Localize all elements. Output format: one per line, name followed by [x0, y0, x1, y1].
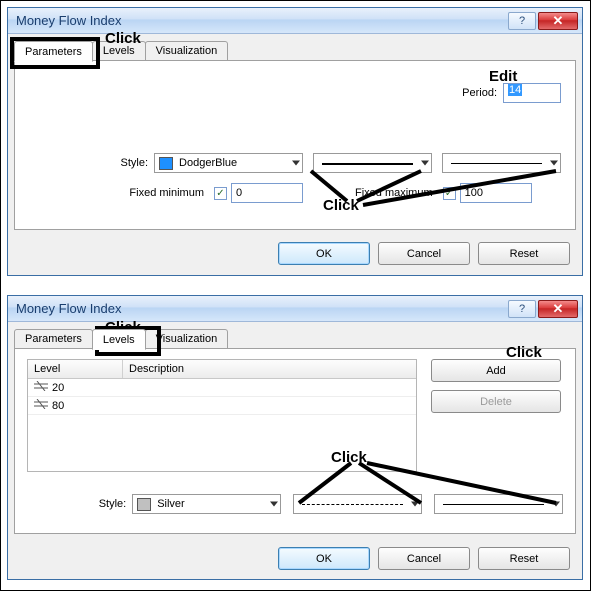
cancel-button[interactable]: Cancel: [378, 547, 470, 570]
color-name: DodgerBlue: [179, 157, 237, 169]
help-button[interactable]: ?: [508, 300, 536, 318]
tab-levels[interactable]: Levels: [92, 329, 146, 350]
fixed-min-input[interactable]: [231, 183, 303, 203]
delete-button[interactable]: Delete: [431, 390, 561, 413]
help-button[interactable]: ?: [508, 12, 536, 30]
button-row: OK Cancel Reset: [8, 537, 582, 580]
chevron-down-icon: [421, 161, 429, 166]
reset-button[interactable]: Reset: [478, 547, 570, 570]
fixed-max-checkbox[interactable]: ✓: [443, 187, 456, 200]
tab-label: Visualization: [156, 333, 218, 345]
add-button[interactable]: Add: [431, 359, 561, 382]
window-title: Money Flow Index: [16, 301, 506, 316]
tabpage-parameters: Period: 14 Style: DodgerBlue: [14, 60, 576, 230]
chevron-down-icon: [411, 502, 419, 507]
ok-button[interactable]: OK: [278, 547, 370, 570]
tab-label: Parameters: [25, 333, 82, 345]
table-row[interactable]: 80: [28, 397, 416, 415]
line-sample-solid: [322, 163, 413, 165]
btn-label: Cancel: [407, 248, 441, 260]
chevron-down-icon: [552, 502, 560, 507]
col-description: Description: [123, 360, 416, 378]
level-icon: [34, 381, 48, 394]
fixed-max-input[interactable]: [460, 183, 532, 203]
cell-level: 20: [52, 382, 64, 394]
color-combo[interactable]: DodgerBlue: [154, 153, 303, 173]
line-style-combo[interactable]: [293, 494, 422, 514]
cell-description: [123, 397, 416, 414]
chevron-down-icon: [292, 161, 300, 166]
btn-label: Add: [486, 365, 506, 377]
color-swatch: [137, 498, 151, 511]
dialog-mfi-parameters: Money Flow Index ? ✕ Parameters Levels V…: [7, 7, 583, 276]
color-name: Silver: [157, 498, 185, 510]
chevron-down-icon: [270, 502, 278, 507]
tab-levels[interactable]: Levels: [92, 41, 146, 61]
color-swatch: [159, 157, 173, 170]
reset-button[interactable]: Reset: [478, 242, 570, 265]
style-label: Style:: [29, 157, 148, 169]
close-button[interactable]: ✕: [538, 300, 578, 318]
chevron-down-icon: [550, 161, 558, 166]
btn-label: Delete: [480, 396, 512, 408]
period-input[interactable]: 14: [503, 83, 561, 103]
cell-level: 80: [52, 400, 64, 412]
tab-label: Levels: [103, 334, 135, 346]
btn-label: OK: [316, 248, 332, 260]
col-level: Level: [28, 360, 123, 378]
btn-label: Reset: [510, 248, 539, 260]
titlebar[interactable]: Money Flow Index ? ✕: [8, 8, 582, 34]
tab-parameters[interactable]: Parameters: [14, 329, 93, 349]
line-sample-dashed: [302, 504, 403, 505]
titlebar[interactable]: Money Flow Index ? ✕: [8, 296, 582, 322]
line-sample-thin: [443, 504, 544, 505]
fixed-min-checkbox[interactable]: ✓: [214, 187, 227, 200]
level-icon: [34, 399, 48, 412]
levels-table[interactable]: Level Description 20: [27, 359, 417, 472]
period-label: Period:: [462, 87, 497, 99]
line-sample-thin: [451, 163, 542, 164]
fixed-min-label: Fixed minimum: [29, 187, 204, 199]
tab-label: Visualization: [156, 45, 218, 57]
color-combo[interactable]: Silver: [132, 494, 281, 514]
style-label: Style:: [27, 498, 126, 510]
tabpage-levels: Level Description 20: [14, 348, 576, 534]
line-width-combo[interactable]: [442, 153, 561, 173]
btn-label: OK: [316, 553, 332, 565]
tab-label: Levels: [103, 45, 135, 57]
tabstrip: Parameters Levels Visualization: [14, 41, 576, 61]
table-header: Level Description: [28, 360, 416, 379]
cell-description: [123, 379, 416, 396]
tab-visualization[interactable]: Visualization: [145, 329, 229, 349]
btn-label: Cancel: [407, 553, 441, 565]
window-title: Money Flow Index: [16, 13, 506, 28]
line-width-combo[interactable]: [434, 494, 563, 514]
line-style-combo[interactable]: [313, 153, 432, 173]
period-value: 14: [508, 84, 522, 96]
tab-visualization[interactable]: Visualization: [145, 41, 229, 61]
button-row: OK Cancel Reset: [8, 232, 582, 275]
cancel-button[interactable]: Cancel: [378, 242, 470, 265]
dialog-mfi-levels: Money Flow Index ? ✕ Parameters Levels V…: [7, 295, 583, 580]
tab-label: Parameters: [25, 46, 82, 58]
ok-button[interactable]: OK: [278, 242, 370, 265]
table-row[interactable]: 20: [28, 379, 416, 397]
fixed-max-label: Fixed maximum: [355, 187, 433, 199]
tab-parameters[interactable]: Parameters: [14, 41, 93, 62]
btn-label: Reset: [510, 553, 539, 565]
tabstrip: Parameters Levels Visualization: [14, 329, 576, 349]
close-button[interactable]: ✕: [538, 12, 578, 30]
